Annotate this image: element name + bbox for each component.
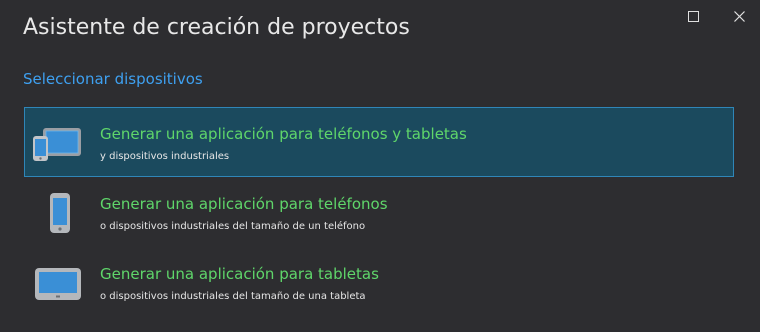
- option-phones-and-tablets[interactable]: Generar una aplicación para teléfonos y …: [24, 107, 734, 177]
- option-subtitle: y dispositivos industriales: [100, 151, 230, 162]
- phone-icon: [50, 193, 70, 233]
- option-phones[interactable]: Generar una aplicación para teléfonos o …: [24, 177, 734, 247]
- maximize-icon: [687, 10, 699, 22]
- project-wizard-window: Asistente de creación de proyectos Selec…: [0, 0, 760, 332]
- option-subtitle: o dispositivos industriales del tamaño d…: [100, 291, 366, 302]
- close-icon: [733, 10, 745, 22]
- option-tablets[interactable]: Generar una aplicación para tabletas o d…: [24, 247, 734, 317]
- option-title: Generar una aplicación para teléfonos y …: [100, 125, 467, 143]
- phone-and-tablet-icon: [33, 128, 81, 161]
- window-title: Asistente de creación de proyectos: [23, 15, 410, 40]
- close-button[interactable]: [728, 6, 750, 26]
- option-title: Generar una aplicación para tabletas: [100, 265, 379, 283]
- tablet-icon: [35, 268, 81, 300]
- select-devices-link[interactable]: Seleccionar dispositivos: [23, 70, 203, 88]
- maximize-button[interactable]: [682, 6, 704, 26]
- option-subtitle: o dispositivos industriales del tamaño d…: [100, 221, 366, 232]
- option-title: Generar una aplicación para teléfonos: [100, 195, 388, 213]
